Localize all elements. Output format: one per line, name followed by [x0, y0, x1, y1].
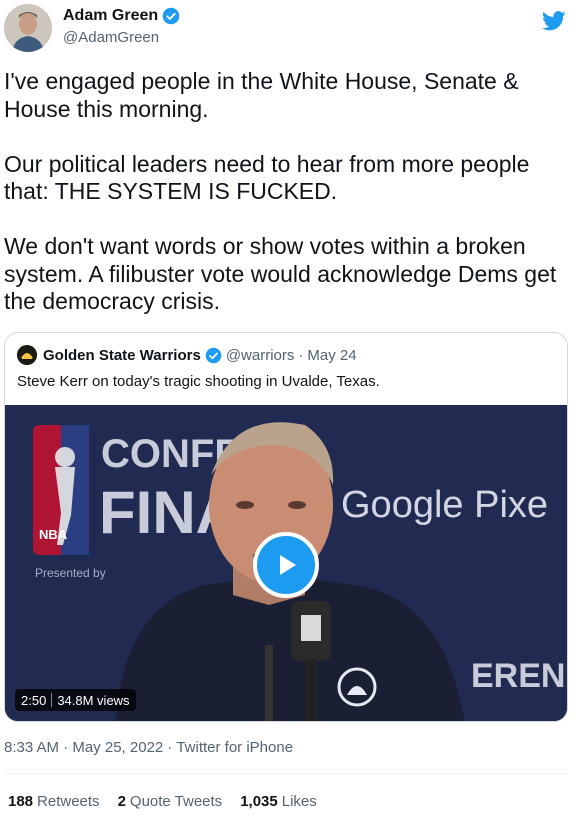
- twitter-logo-icon[interactable]: [542, 10, 566, 32]
- author-name-text[interactable]: Adam Green: [63, 7, 158, 25]
- tweet-stats: 188 Retweets 2 Quote Tweets 1,035 Likes: [8, 793, 335, 810]
- quote-tweets-stat[interactable]: 2 Quote Tweets: [118, 793, 223, 810]
- backdrop-google-text: Google Pixe: [341, 484, 548, 526]
- divider: [4, 773, 568, 774]
- video-stats-badge: 2:50 34.8M views: [15, 689, 136, 711]
- badge-separator: [51, 693, 53, 707]
- separator-dot: ·: [298, 346, 304, 364]
- quoted-tweet-header: Golden State Warriors @warriors · May 24: [17, 345, 357, 365]
- likes-label: Likes: [281, 793, 317, 810]
- likes-stat[interactable]: 1,035 Likes: [240, 793, 317, 810]
- quotes-label: Quote Tweets: [129, 793, 223, 810]
- backdrop-erence-text: ERENCE: [471, 657, 568, 695]
- tweet-timestamp[interactable]: 8:33 AM · May 25, 2022 · Twitter for iPh…: [4, 739, 293, 756]
- backdrop-presented-text: Presented by: [35, 566, 106, 580]
- video-views: 34.8M views: [57, 692, 130, 708]
- quoted-text: Steve Kerr on today's tragic shooting in…: [17, 373, 380, 390]
- retweets-stat[interactable]: 188 Retweets: [8, 793, 100, 810]
- video-player[interactable]: NBA Presented by CONFER FINA Google Pixe…: [5, 405, 568, 721]
- verified-icon: [205, 347, 222, 363]
- verified-icon: [162, 7, 180, 25]
- likes-count: 1,035: [240, 793, 278, 810]
- quoted-name[interactable]: Golden State Warriors: [43, 347, 201, 364]
- retweets-count: 188: [8, 793, 34, 810]
- retweets-label: Retweets: [37, 793, 100, 810]
- backdrop-nba-text: NBA: [39, 527, 68, 542]
- quoted-avatar[interactable]: [17, 345, 37, 365]
- play-button[interactable]: [253, 532, 319, 598]
- quoted-tweet[interactable]: Golden State Warriors @warriors · May 24…: [4, 332, 568, 722]
- tweet-header: Adam Green @AdamGreen: [0, 0, 576, 60]
- video-duration: 2:50: [21, 692, 47, 708]
- author-handle[interactable]: @AdamGreen: [63, 29, 159, 46]
- play-icon: [280, 555, 296, 575]
- author-avatar[interactable]: [4, 4, 52, 52]
- quotes-count: 2: [117, 793, 126, 810]
- quoted-date[interactable]: May 24: [307, 347, 356, 364]
- quoted-handle[interactable]: @warriors: [226, 347, 295, 364]
- author-name[interactable]: Adam Green: [63, 7, 180, 25]
- tweet-text: I've engaged people in the White House, …: [4, 68, 557, 314]
